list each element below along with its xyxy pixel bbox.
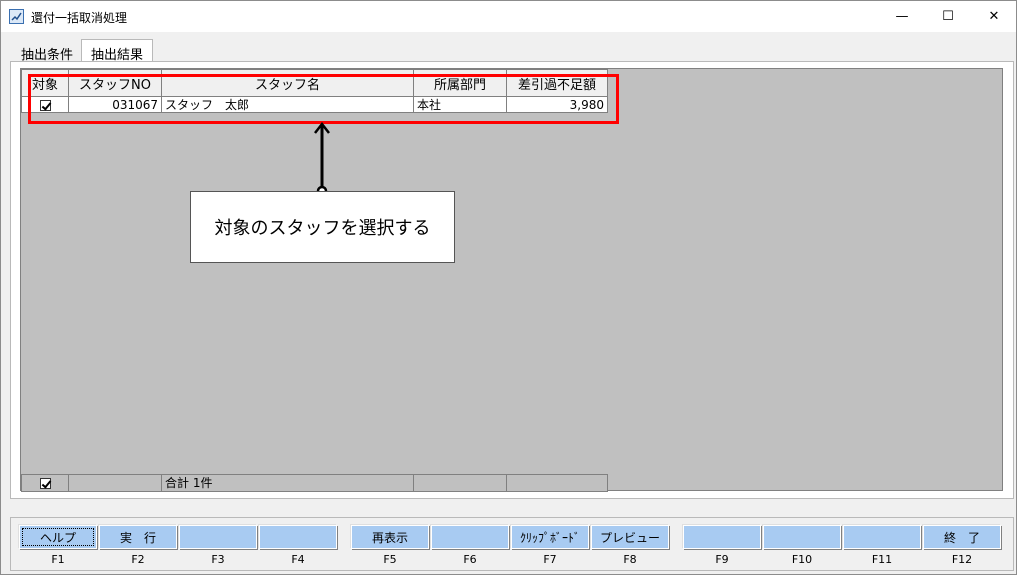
results-grid: 対象 スタッフNO スタッフ名 所属部門 差引過不足額 031067 スタッフ … <box>20 68 1003 492</box>
help-button[interactable]: ヘルプ <box>19 525 97 549</box>
app-window: 還付一括取消処理 — ☐ ✕ 抽出条件 抽出結果 対象 スタッフNO スタッフ名… <box>0 0 1017 575</box>
total-empty-cell <box>68 474 162 492</box>
function-key-bar: ヘルプ 実 行 再表示 ｸﾘｯﾌﾟﾎﾞｰﾄﾞ プレビュー 終 了 F1 F2 F… <box>10 517 1014 571</box>
table-row[interactable]: 031067 スタッフ 太郎 本社 3,980 <box>21 96 608 113</box>
minimize-button[interactable]: — <box>879 1 925 32</box>
select-all-checkbox[interactable] <box>39 478 51 489</box>
maximize-button[interactable]: ☐ <box>925 1 971 32</box>
arrow-up-icon <box>314 121 330 197</box>
fkey-label-f10: F10 <box>791 553 813 566</box>
total-row: 合計 1件 <box>21 474 608 492</box>
fkey-label-f11: F11 <box>871 553 893 566</box>
f6-button[interactable] <box>431 525 509 549</box>
fkey-label-f1: F1 <box>51 553 65 566</box>
department-cell[interactable]: 本社 <box>413 96 507 113</box>
total-empty-cell <box>413 474 507 492</box>
preview-button[interactable]: プレビュー <box>591 525 669 549</box>
row-checkbox-cell[interactable] <box>21 96 69 113</box>
total-checkbox-cell[interactable] <box>21 474 69 492</box>
fkey-label-f7: F7 <box>543 553 557 566</box>
fkey-label-f8: F8 <box>623 553 637 566</box>
fkey-label-f9: F9 <box>715 553 729 566</box>
f9-button[interactable] <box>683 525 761 549</box>
fkey-label-f4: F4 <box>291 553 305 566</box>
staff-no-cell[interactable]: 031067 <box>68 96 162 113</box>
target-checkbox[interactable] <box>39 99 51 111</box>
f10-button[interactable] <box>763 525 841 549</box>
refresh-button[interactable]: 再表示 <box>351 525 429 549</box>
fkey-label-f5: F5 <box>383 553 397 566</box>
close-button[interactable]: ✕ <box>971 1 1017 32</box>
column-header-staff-name[interactable]: スタッフ名 <box>161 69 414 97</box>
execute-button[interactable]: 実 行 <box>99 525 177 549</box>
total-empty-cell <box>506 474 608 492</box>
staff-name-cell[interactable]: スタッフ 太郎 <box>161 96 414 113</box>
f11-button[interactable] <box>843 525 921 549</box>
fkey-label-f2: F2 <box>131 553 145 566</box>
results-panel: 対象 スタッフNO スタッフ名 所属部門 差引過不足額 031067 スタッフ … <box>10 61 1014 499</box>
amount-cell[interactable]: 3,980 <box>506 96 608 113</box>
fkey-label-f12: F12 <box>951 553 973 566</box>
app-icon <box>9 9 24 24</box>
exit-button[interactable]: 終 了 <box>923 525 1001 549</box>
title-bar: 還付一括取消処理 — ☐ ✕ <box>1 1 1016 32</box>
callout-box: 対象のスタッフを選択する <box>190 191 455 263</box>
total-count-label: 合計 1件 <box>161 474 414 492</box>
clipboard-button[interactable]: ｸﾘｯﾌﾟﾎﾞｰﾄﾞ <box>511 525 589 549</box>
f3-button[interactable] <box>179 525 257 549</box>
window-title: 還付一括取消処理 <box>31 11 128 25</box>
column-header-amount[interactable]: 差引過不足額 <box>506 69 608 97</box>
fkey-label-f3: F3 <box>211 553 225 566</box>
staff-table: 対象 スタッフNO スタッフ名 所属部門 差引過不足額 031067 スタッフ … <box>21 69 608 113</box>
total-row-table: 合計 1件 <box>21 474 608 492</box>
column-header-department[interactable]: 所属部門 <box>413 69 507 97</box>
table-header-row: 対象 スタッフNO スタッフ名 所属部門 差引過不足額 <box>21 69 608 97</box>
fkey-label-f6: F6 <box>463 553 477 566</box>
f4-button[interactable] <box>259 525 337 549</box>
column-header-staff-no[interactable]: スタッフNO <box>68 69 162 97</box>
column-header-target[interactable]: 対象 <box>21 69 69 97</box>
tab-extract-conditions[interactable]: 抽出条件 <box>13 41 81 63</box>
tab-extract-results[interactable]: 抽出結果 <box>81 39 153 63</box>
